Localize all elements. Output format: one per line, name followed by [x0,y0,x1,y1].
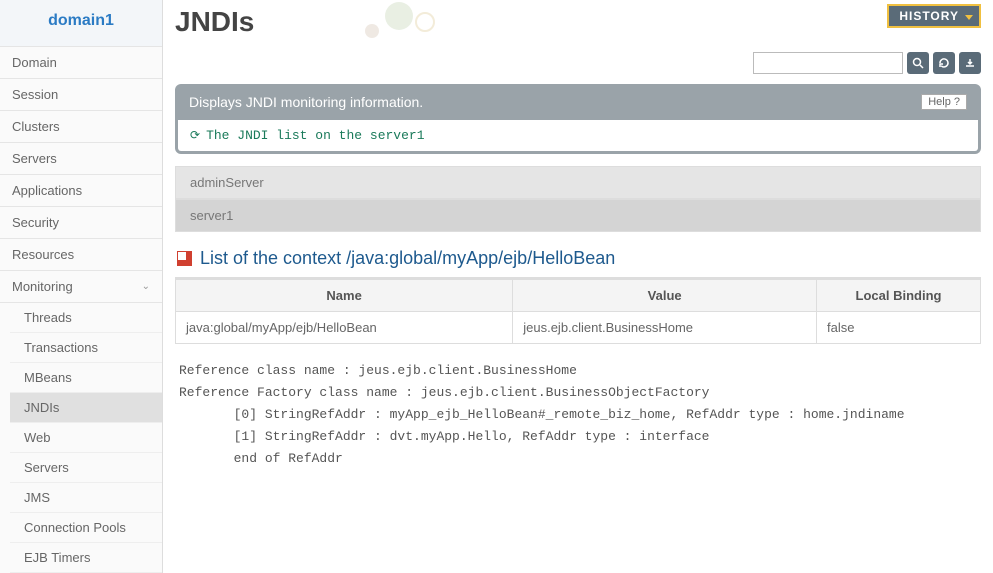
monitoring-submenu: Threads Transactions MBeans JNDIs Web Se… [10,303,162,573]
col-local-binding: Local Binding [817,280,981,312]
nav-security[interactable]: Security [0,207,162,239]
table-row[interactable]: java:global/myApp/ejb/HelloBean jeus.ejb… [176,312,981,344]
info-message: The JNDI list on the server1 [206,128,424,143]
help-icon: ? [954,96,960,108]
page-title: JNDIs [175,0,993,48]
nav-servers[interactable]: Servers [0,143,162,175]
list-icon [177,251,192,266]
nav-connection-pools[interactable]: Connection Pools [10,513,162,543]
sidebar: domain1 Domain Session Clusters Servers … [0,0,163,573]
nav-resources[interactable]: Resources [0,239,162,271]
nav-session[interactable]: Session [0,79,162,111]
nav-mbeans[interactable]: MBeans [10,363,162,393]
chevron-down-icon: ⌄ [142,281,150,292]
help-button[interactable]: Help ? [921,94,967,110]
cell-local: false [817,312,981,344]
nav-ejb-timers[interactable]: EJB Timers [10,543,162,573]
col-value: Value [513,280,817,312]
main-content: HISTORY JNDIs Displays JNDI monitoring i… [163,0,993,573]
refresh-page-icon[interactable] [933,52,955,74]
decorative-bubbles [255,0,435,40]
nav-servers-sub[interactable]: Servers [10,453,162,483]
page-title-text: JNDIs [175,6,254,37]
cell-name: java:global/myApp/ejb/HelloBean [176,312,513,344]
nav-monitoring-label: Monitoring [12,279,73,294]
reference-details: Reference class name : jeus.ejb.client.B… [175,344,993,470]
info-panel: Displays JNDI monitoring information. He… [175,84,981,154]
nav-transactions[interactable]: Transactions [10,333,162,363]
tab-adminserver[interactable]: adminServer [175,166,981,199]
tab-server1[interactable]: server1 [175,199,981,232]
nav-threads[interactable]: Threads [10,303,162,333]
nav-web[interactable]: Web [10,423,162,453]
info-desc: Displays JNDI monitoring information. [189,94,423,110]
server-tabs: adminServer server1 [175,166,981,232]
nav-domain[interactable]: Domain [0,47,162,79]
section-title-text: List of the context /java:global/myApp/e… [200,248,615,269]
nav-jndis[interactable]: JNDIs [10,393,162,423]
nav-jms[interactable]: JMS [10,483,162,513]
col-name: Name [176,280,513,312]
nav-clusters[interactable]: Clusters [0,111,162,143]
info-header: Displays JNDI monitoring information. He… [175,84,981,120]
info-body: ⟳ The JNDI list on the server1 [175,120,981,154]
refresh-icon: ⟳ [190,128,200,143]
domain-name[interactable]: domain1 [0,0,162,47]
jndi-table: Name Value Local Binding java:global/myA… [175,279,981,344]
nav-applications[interactable]: Applications [0,175,162,207]
search-bar [175,48,993,84]
section-title: List of the context /java:global/myApp/e… [175,240,981,279]
search-input[interactable] [753,52,903,74]
export-icon[interactable] [959,52,981,74]
cell-value: jeus.ejb.client.BusinessHome [513,312,817,344]
search-icon[interactable] [907,52,929,74]
nav-monitoring[interactable]: Monitoring ⌄ [0,271,162,303]
